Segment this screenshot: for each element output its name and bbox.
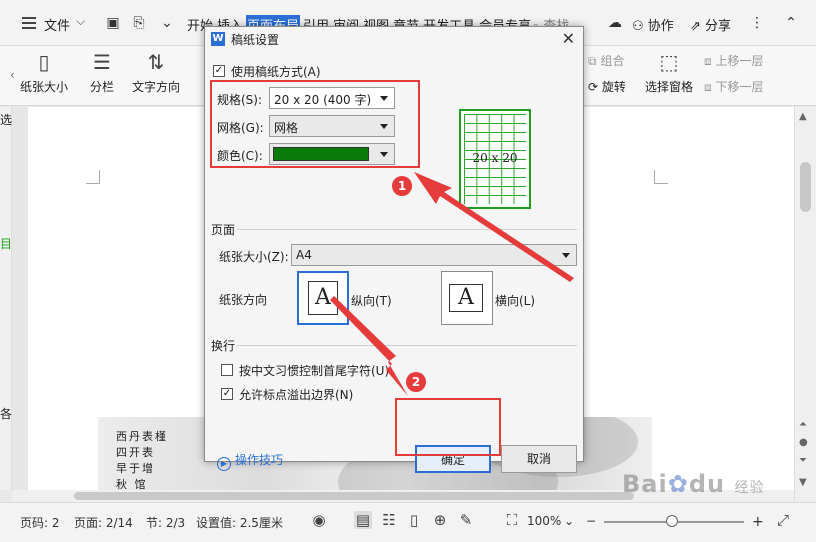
step-badge-1: 1	[392, 176, 412, 196]
annotation-arrows	[330, 172, 574, 396]
arrow-1	[414, 172, 574, 282]
paw-icon: ✿	[667, 470, 689, 498]
step-badge-2: 2	[406, 372, 426, 392]
watermark-brand2: du	[688, 470, 726, 498]
watermark-sub: 经验	[734, 480, 765, 496]
arrow-2	[330, 296, 408, 396]
baidu-watermark: Bai✿du 经验	[622, 470, 764, 498]
watermark-brand: Bai	[622, 470, 668, 498]
